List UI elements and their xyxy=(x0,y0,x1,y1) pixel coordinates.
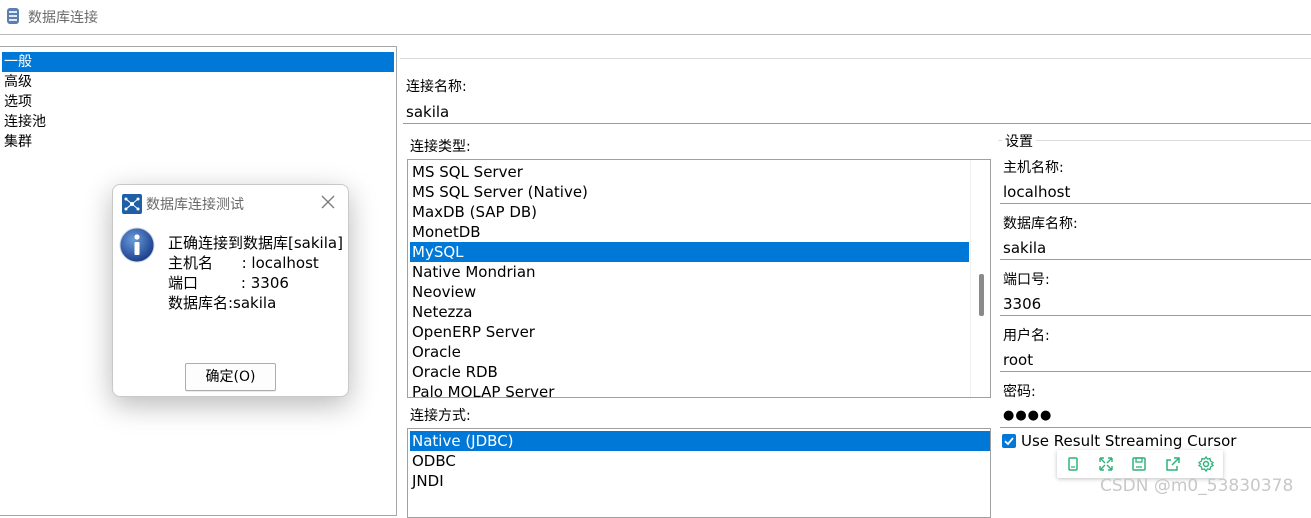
list-item[interactable]: MaxDB (SAP DB) xyxy=(410,202,970,222)
list-item[interactable]: MS SQL Server (Native) xyxy=(410,182,970,202)
share-icon[interactable] xyxy=(1163,454,1183,474)
message-line: 数据库名:sakila xyxy=(168,294,277,312)
title-bar: 数据库连接 xyxy=(0,0,1311,34)
username-input[interactable]: root xyxy=(1000,348,1311,372)
list-item[interactable]: Oracle xyxy=(410,342,970,362)
nav-item-options[interactable]: 选项 xyxy=(2,92,394,112)
nav-item-cluster[interactable]: 集群 xyxy=(2,132,394,152)
save-icon[interactable] xyxy=(1129,454,1149,474)
list-item[interactable]: Palo MOLAP Server xyxy=(410,382,970,397)
floating-toolbar xyxy=(1057,450,1223,478)
port-input[interactable]: 3306 xyxy=(1000,292,1311,316)
watermark: CSDN @m0_53830378 xyxy=(1100,476,1294,496)
list-item[interactable]: Native Mondrian xyxy=(410,262,970,282)
settings-group-label: 设置 xyxy=(1002,131,1036,151)
message-line: 正确连接到数据库[sakila] xyxy=(168,234,343,252)
list-item[interactable]: OpenERP Server xyxy=(410,322,970,342)
host-label: 主机名称: xyxy=(1003,160,1064,176)
copy-icon[interactable] xyxy=(1063,454,1083,474)
database-icon xyxy=(7,8,19,24)
conn-name-label: 连接名称: xyxy=(406,79,467,95)
settings-group-border xyxy=(998,140,1311,141)
conn-type-list[interactable]: MS SQL Server MS SQL Server (Native) Max… xyxy=(407,159,991,398)
close-icon[interactable] xyxy=(319,193,337,211)
host-input[interactable]: localhost xyxy=(1000,180,1311,204)
list-item-selected[interactable]: MySQL xyxy=(410,242,969,262)
scrollbar-thumb[interactable] xyxy=(979,274,984,316)
access-label: 连接方式: xyxy=(410,408,471,424)
connection-test-dialog: 数据库连接测试 正确连接到数据库[sakila] 主机名 : localhost… xyxy=(112,184,349,397)
network-icon xyxy=(122,194,142,214)
streaming-checkbox[interactable] xyxy=(1002,434,1016,448)
password-label: 密码: xyxy=(1003,384,1036,400)
streaming-label[interactable]: Use Result Streaming Cursor xyxy=(1021,432,1236,450)
list-item[interactable]: Netezza xyxy=(410,302,970,322)
conn-name-input[interactable]: sakila xyxy=(403,100,1311,124)
scrollbar[interactable] xyxy=(970,160,990,397)
nav-item-advanced[interactable]: 高级 xyxy=(2,72,394,92)
conn-type-label: 连接类型: xyxy=(410,139,471,155)
message-line: 端口 : 3306 xyxy=(168,274,289,292)
nav-item-general[interactable]: 一般 xyxy=(2,52,394,72)
list-item[interactable]: Oracle RDB xyxy=(410,362,970,382)
list-item[interactable]: MS SQL Server xyxy=(410,162,970,182)
tab-divider xyxy=(400,58,1311,59)
expand-icon[interactable] xyxy=(1096,454,1116,474)
title-divider xyxy=(0,34,1311,35)
db-name-input[interactable]: sakila xyxy=(1000,236,1311,260)
db-name-label: 数据库名称: xyxy=(1003,216,1078,232)
list-item-selected[interactable]: Native (JDBC) xyxy=(410,431,990,451)
nav-item-pooling[interactable]: 连接池 xyxy=(2,112,394,132)
message-line: 主机名 : localhost xyxy=(168,254,319,272)
ok-button[interactable]: 确定(O) xyxy=(185,363,276,391)
port-label: 端口号: xyxy=(1003,272,1050,288)
window-title: 数据库连接 xyxy=(28,10,98,26)
list-item[interactable]: MonetDB xyxy=(410,222,970,242)
username-label: 用户名: xyxy=(1003,328,1050,344)
gear-icon[interactable] xyxy=(1196,454,1216,474)
check-icon xyxy=(1004,437,1014,446)
list-item[interactable]: Neoview xyxy=(410,282,970,302)
password-input[interactable]: ●●●● xyxy=(1000,404,1311,428)
list-item[interactable]: JNDI xyxy=(410,471,990,491)
list-item[interactable]: ODBC xyxy=(410,451,990,471)
info-icon xyxy=(119,227,155,263)
dialog-title: 数据库连接测试 xyxy=(146,197,244,213)
